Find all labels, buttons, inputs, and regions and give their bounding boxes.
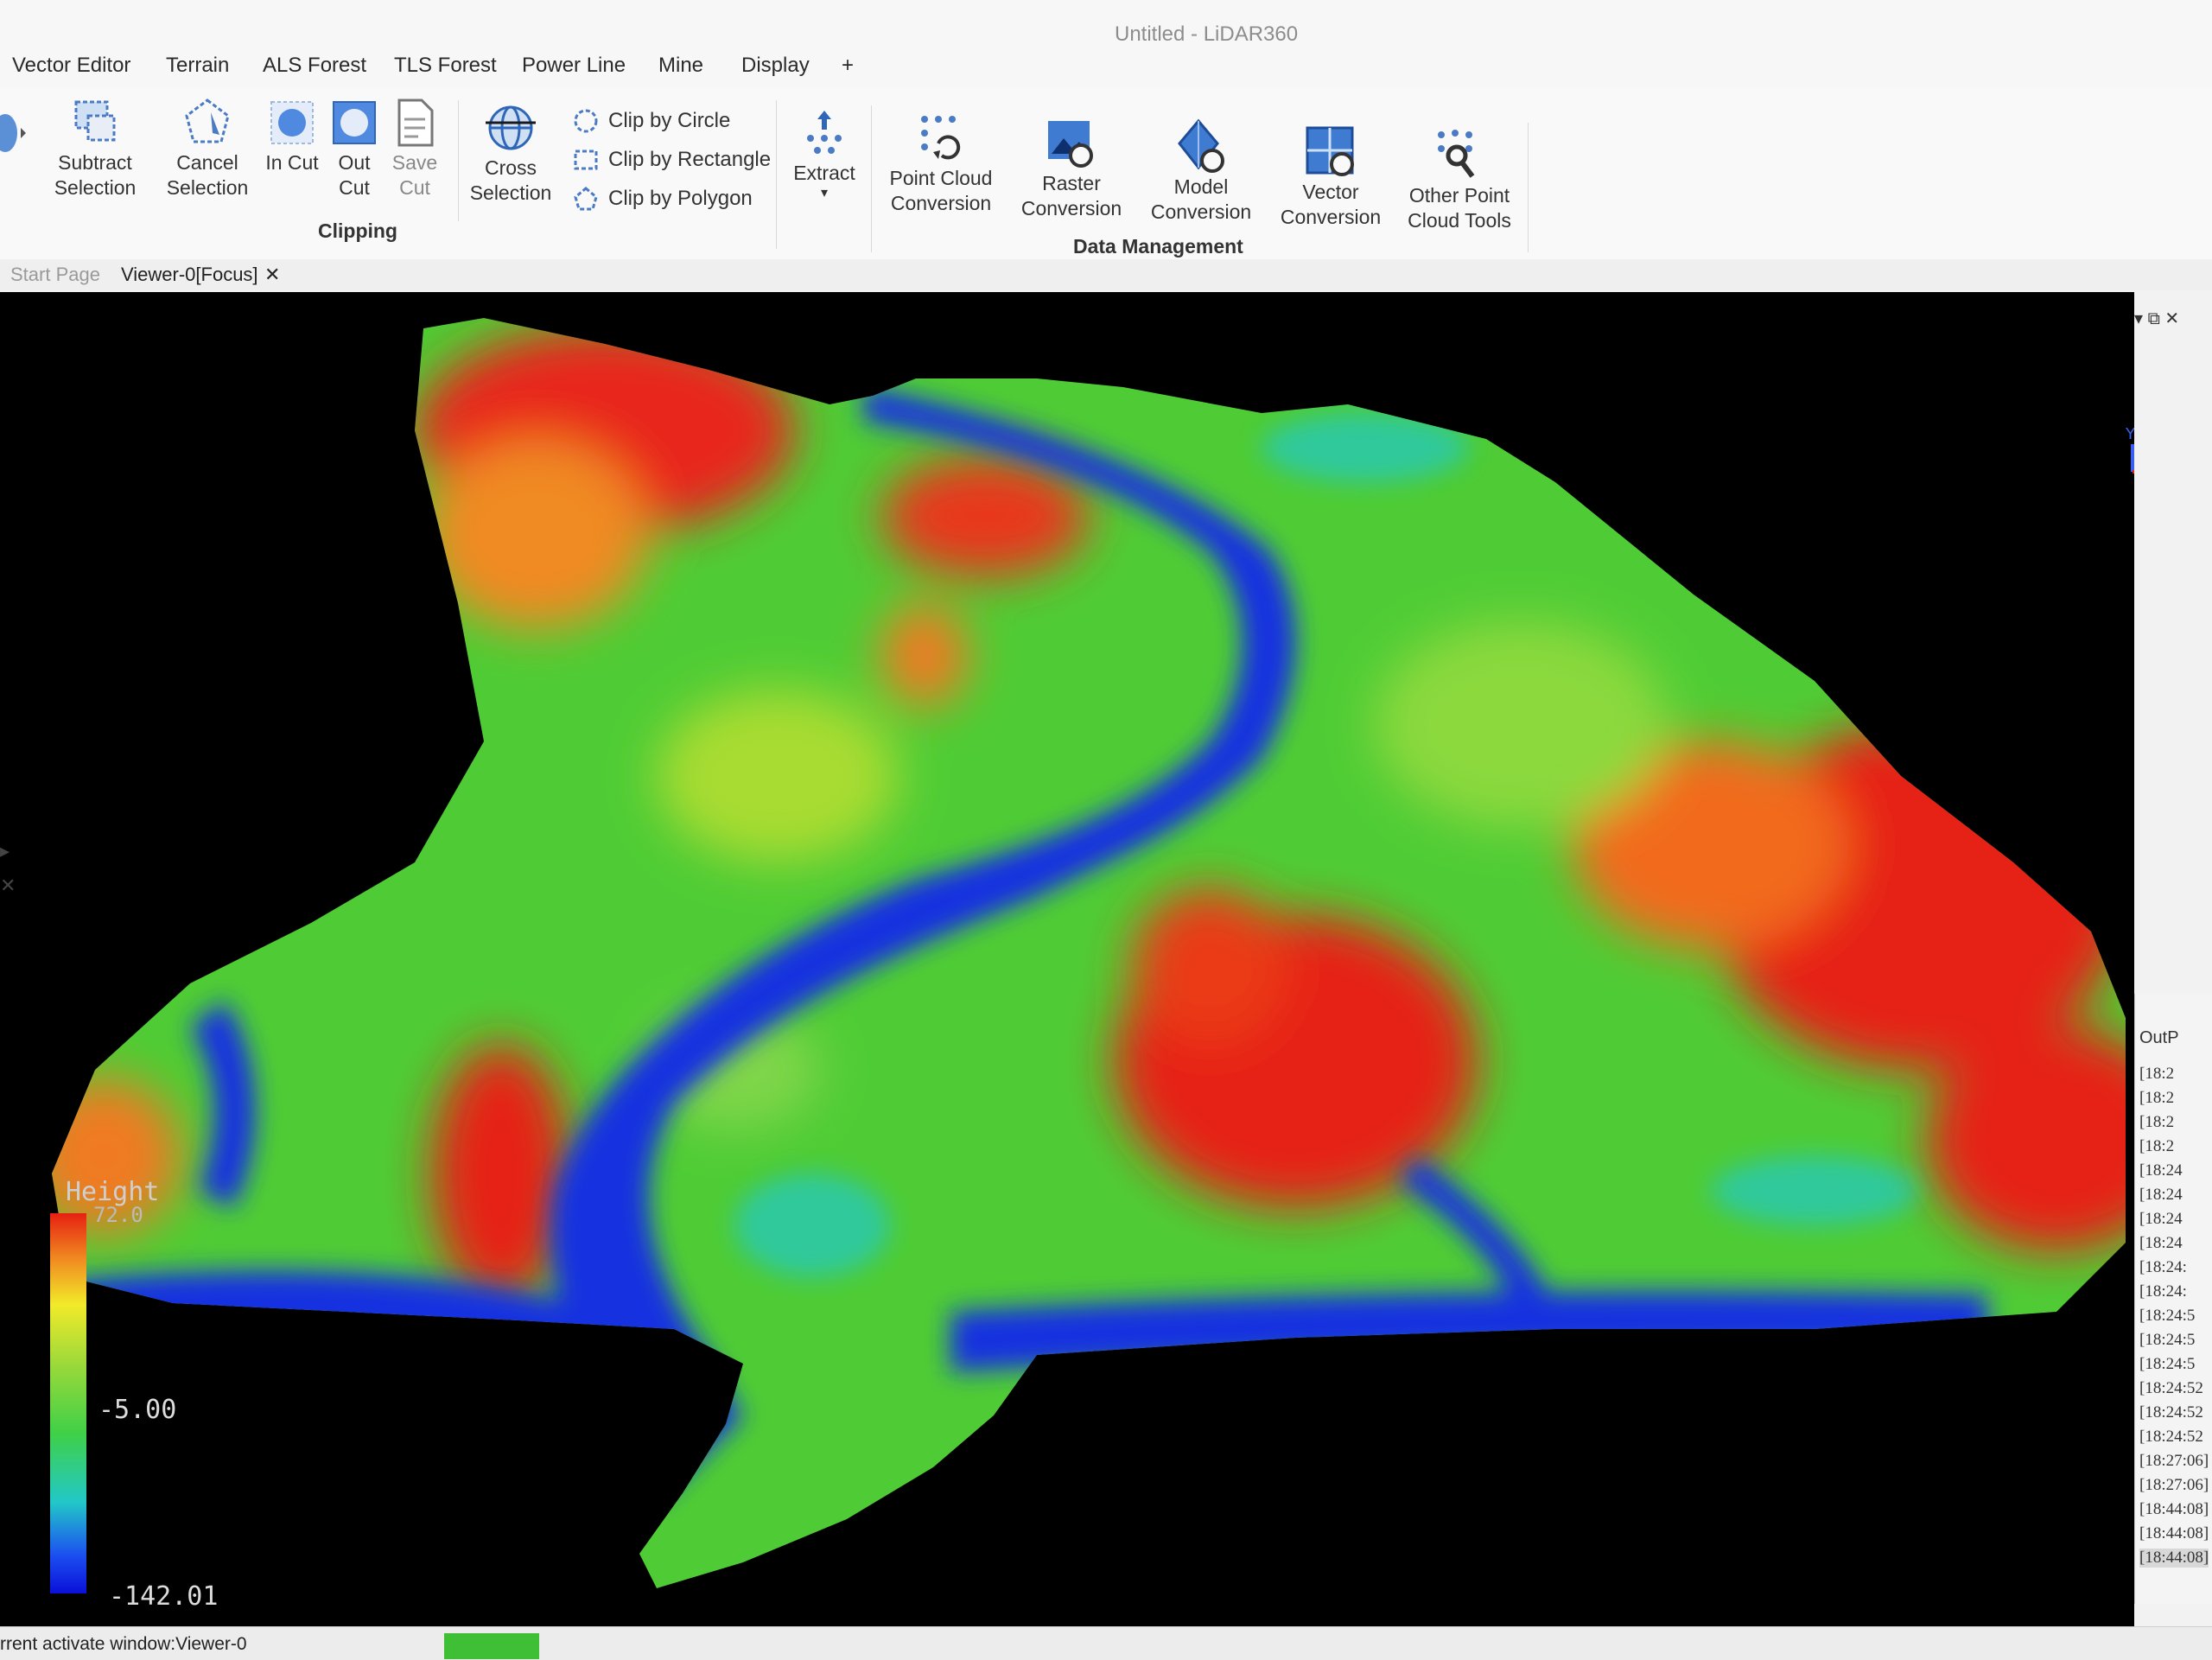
- clip-polygon-icon: [574, 187, 598, 211]
- log-line: [18:2: [2139, 1113, 2175, 1131]
- log-line: [18:24:5: [2139, 1307, 2196, 1325]
- log-line: [18:24: [2139, 1161, 2183, 1180]
- model-conversion-button[interactable]: Model Conversion: [1141, 118, 1262, 225]
- lidar-height-map[interactable]: Y X: [0, 292, 2134, 1626]
- point-cloud-conversion-icon: [921, 116, 961, 160]
- clip-by-polygon-button[interactable]: Clip by Polygon: [572, 181, 753, 216]
- ribbon-separator: [776, 100, 777, 249]
- data-management-group-label: Data Management: [1073, 235, 1243, 258]
- log-line: [18:24:: [2139, 1282, 2187, 1301]
- terrain-surface: [52, 318, 2126, 1588]
- menu-bar: Vector Editor Terrain ALS Forest TLS For…: [0, 45, 2212, 88]
- viewer-window-controls[interactable]: ▾ ⧉ ✕: [2134, 308, 2212, 334]
- tab-viewer-0[interactable]: Viewer-0[Focus]: [121, 261, 258, 289]
- log-line: [18:2: [2139, 1065, 2175, 1083]
- log-line: [18:24:: [2139, 1258, 2187, 1276]
- height-color-scale: [50, 1213, 86, 1593]
- log-line: [18:24: [2139, 1186, 2183, 1204]
- extract-button[interactable]: Extract ▾: [781, 107, 868, 201]
- cancel-selection-icon: [185, 99, 230, 143]
- log-line: [18:2: [2139, 1089, 2175, 1107]
- raster-conversion-icon: [1048, 121, 1093, 168]
- log-line: [18:24: [2139, 1234, 2183, 1252]
- log-line: [18:24:5: [2139, 1331, 2196, 1349]
- menu-terrain[interactable]: Terrain: [166, 54, 229, 78]
- save-cut-button[interactable]: Save Cut: [385, 95, 444, 200]
- log-line: [18:24:52: [2139, 1428, 2203, 1446]
- legend-mid-value: -5.00: [99, 1395, 177, 1425]
- out-cut-button[interactable]: Out Cut: [323, 95, 385, 200]
- raster-conversion-button[interactable]: Raster Conversion: [1011, 114, 1132, 221]
- menu-als-forest[interactable]: ALS Forest: [263, 54, 366, 78]
- legend-max-value: 72.0: [93, 1203, 143, 1227]
- log-line: [18:24:52: [2139, 1379, 2203, 1397]
- model-conversion-icon: [1178, 118, 1224, 173]
- dock-close-icon[interactable]: ✕: [0, 875, 16, 897]
- clip-by-rectangle-button[interactable]: Clip by Rectangle: [572, 143, 771, 177]
- clip-by-circle-button[interactable]: Clip by Circle: [572, 104, 730, 138]
- tab-start-page[interactable]: Start Page: [10, 261, 100, 289]
- clip-rectangle-icon: [574, 149, 598, 170]
- dock-expand-icon[interactable]: ▸: [0, 840, 10, 862]
- close-tab-icon[interactable]: ✕: [264, 261, 280, 289]
- ribbon-toolbar: Subtract Selection Cancel Selection In C…: [0, 88, 2212, 260]
- log-line: [18:44:08]: [2139, 1524, 2209, 1542]
- save-document-icon: [397, 99, 434, 147]
- log-line: [18:24:52: [2139, 1403, 2203, 1421]
- in-cut-button[interactable]: In Cut: [261, 95, 323, 175]
- menu-add-tab[interactable]: +: [842, 54, 854, 78]
- in-cut-icon: [270, 101, 314, 144]
- document-tab-bar: Start Page Viewer-0[Focus] ✕: [0, 259, 2212, 290]
- window-title: Untitled - LiDAR360: [1115, 22, 1299, 46]
- clip-circle-icon: [574, 109, 598, 133]
- title-bar: Untitled - LiDAR360: [0, 0, 2212, 46]
- cancel-selection-button[interactable]: Cancel Selection: [156, 95, 259, 200]
- status-text: rrent activate window:Viewer-0: [0, 1634, 247, 1654]
- log-line: [18:44:08]: [2139, 1500, 2209, 1518]
- axis-indicator: Y X: [2125, 425, 2134, 474]
- subtract-selection-button[interactable]: Subtract Selection: [43, 95, 147, 200]
- other-point-cloud-tools-button[interactable]: Other Point Cloud Tools: [1395, 126, 1524, 233]
- ribbon-separator: [1528, 123, 1529, 252]
- out-cut-icon: [333, 101, 376, 144]
- menu-display[interactable]: Display: [741, 54, 810, 78]
- status-progress-bar: [444, 1633, 539, 1659]
- legend-min-value: -142.01: [109, 1581, 219, 1612]
- log-line-selected: [18:44:08]: [2139, 1549, 2209, 1568]
- menu-mine[interactable]: Mine: [658, 54, 703, 78]
- select-icon[interactable]: [0, 109, 31, 157]
- ribbon-separator: [871, 105, 872, 252]
- menu-vector-editor[interactable]: Vector Editor: [12, 54, 130, 78]
- extract-icon: [807, 111, 842, 154]
- log-line: [18:24:5: [2139, 1355, 2196, 1373]
- cross-selection-button[interactable]: Cross Selection: [463, 100, 558, 206]
- axis-y-label: Y: [2125, 425, 2134, 443]
- ribbon-separator: [458, 100, 459, 221]
- log-line: [18:24: [2139, 1210, 2183, 1228]
- clipping-group-label: Clipping: [318, 219, 397, 242]
- log-line: [18:2: [2139, 1137, 2175, 1155]
- point-cloud-viewer[interactable]: Y X: [0, 292, 2134, 1626]
- log-line: [18:27:06]: [2139, 1476, 2209, 1494]
- log-line: [18:27:06]: [2139, 1452, 2209, 1470]
- menu-tls-forest[interactable]: TLS Forest: [394, 54, 497, 78]
- subtract-selection-icon: [74, 100, 116, 142]
- wrench-icon: [1438, 130, 1475, 178]
- point-cloud-conversion-button[interactable]: Point Cloud Conversion: [876, 109, 1006, 216]
- menu-power-line[interactable]: Power Line: [522, 54, 626, 78]
- vector-conversion-icon: [1306, 126, 1354, 176]
- globe-icon: [486, 105, 536, 150]
- vector-conversion-button[interactable]: Vector Conversion: [1270, 123, 1391, 230]
- output-panel-title: OutP: [2139, 1028, 2179, 1047]
- status-bar: [0, 1626, 2212, 1660]
